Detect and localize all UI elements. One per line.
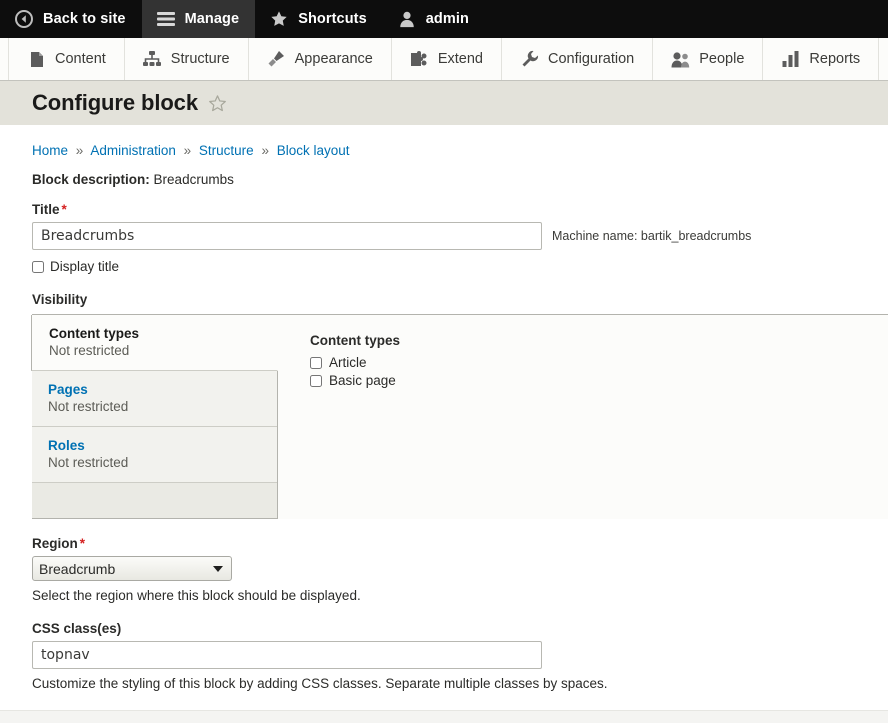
article-checkbox[interactable] (310, 356, 322, 369)
breadcrumb-link-administration[interactable]: Administration (90, 143, 176, 158)
vertical-tab-summary: Not restricted (48, 399, 129, 414)
vertical-tabs-filler (32, 483, 277, 519)
menu-item-appearance[interactable]: Appearance (249, 38, 392, 80)
breadcrumb-link-block-layout[interactable]: Block layout (277, 143, 350, 158)
vertical-tab-title: Pages (48, 382, 88, 397)
paintbrush-icon (267, 50, 286, 69)
display-title-row[interactable]: Display title (32, 259, 856, 274)
menu-item-help[interactable]: ? Help (879, 38, 888, 80)
user-icon (397, 9, 417, 29)
menu-item-label: Content (55, 51, 106, 67)
toolbar-item-admin-user[interactable]: admin (383, 0, 485, 38)
vertical-tab-title: Roles (48, 438, 85, 453)
vertical-tab-roles[interactable]: Roles Not restricted (32, 427, 277, 483)
menu-item-label: People (699, 51, 745, 67)
toolbar-item-label: Back to site (43, 11, 126, 27)
region-select-wrapper: Breadcrumb (32, 556, 232, 581)
visibility-vertical-tabs: Content types Not restricted Pages Not r… (31, 314, 888, 519)
display-title-checkbox[interactable] (32, 260, 44, 273)
title-label-text: Title (32, 202, 60, 217)
star-outline-icon[interactable] (208, 94, 227, 113)
content-type-option-article[interactable]: Article (310, 355, 888, 370)
vertical-tab-content-types[interactable]: Content types Not restricted (31, 315, 278, 371)
menu-item-label: Configuration (548, 51, 635, 67)
vertical-tab-summary: Not restricted (49, 343, 130, 358)
back-arrow-icon (14, 9, 34, 29)
title-field-row: Machine name: bartik_breadcrumbs (32, 222, 856, 250)
menu-item-configuration[interactable]: Configuration (502, 38, 654, 80)
main-content: Home » Administration » Structure » Bloc… (0, 125, 888, 723)
menu-item-label: Structure (170, 51, 230, 67)
required-marker: * (79, 536, 86, 551)
vertical-tab-pane-content-types: Content types Article Basic page (278, 315, 888, 519)
vertical-tabs-list: Content types Not restricted Pages Not r… (31, 315, 278, 519)
toolbar-item-shortcuts[interactable]: Shortcuts (255, 0, 383, 38)
machine-name-label: Machine name: bartik_breadcrumbs (552, 229, 752, 243)
breadcrumb-separator: » (261, 143, 269, 158)
block-description-value: Breadcrumbs (153, 172, 234, 187)
required-marker: * (61, 202, 67, 217)
star-icon (269, 9, 289, 29)
menu-item-structure[interactable]: Structure (125, 38, 249, 80)
people-icon (671, 50, 690, 69)
bar-chart-icon (781, 50, 800, 69)
css-class-help-text: Customize the styling of this block by a… (32, 676, 608, 691)
page-title-band: Configure block (0, 81, 888, 125)
vertical-tab-pages[interactable]: Pages Not restricted (32, 371, 277, 427)
region-select[interactable]: Breadcrumb (32, 556, 232, 581)
content-type-option-basic-page[interactable]: Basic page (310, 373, 888, 388)
toolbar-item-label: Shortcuts (298, 11, 367, 27)
title-field-label: Title * (32, 202, 856, 217)
vertical-tab-summary: Not restricted (48, 455, 129, 470)
block-description-label: Block description: (32, 172, 150, 187)
basic-page-checkbox[interactable] (310, 374, 322, 387)
footer-strip (0, 710, 888, 723)
css-class-field-label: CSS class(es) (32, 621, 122, 636)
toolbar-item-label: admin (425, 11, 469, 27)
title-input[interactable] (32, 222, 542, 250)
menu-item-reports[interactable]: Reports (763, 38, 880, 80)
breadcrumb-separator: » (183, 143, 192, 158)
region-help-text: Select the region where this block shoul… (32, 588, 361, 603)
menu-item-people[interactable]: People (653, 38, 764, 80)
page-title: Configure block (32, 90, 198, 115)
menu-item-extend[interactable]: Extend (392, 38, 502, 80)
admin-menu-bar: Content Structure Appearance Extend Conf… (0, 38, 888, 81)
hamburger-icon (156, 9, 176, 29)
admin-toolbar: Back to site Manage Shortcuts admin (0, 0, 888, 38)
toolbar-item-label: Manage (184, 11, 240, 27)
display-title-label: Display title (50, 259, 120, 274)
toolbar-item-manage[interactable]: Manage (141, 0, 256, 38)
css-class-input[interactable] (32, 641, 542, 669)
pane-title: Content types (310, 333, 401, 348)
menu-item-label: Extend (437, 51, 483, 67)
vertical-tab-title: Content types (49, 326, 140, 341)
breadcrumb-link-structure[interactable]: Structure (199, 143, 254, 158)
content-type-label: Basic page (329, 373, 396, 388)
content-type-label: Article (329, 355, 367, 370)
wrench-icon (520, 50, 539, 69)
breadcrumb-separator: » (75, 143, 84, 158)
visibility-heading: Visibility (32, 292, 88, 307)
puzzle-icon (410, 50, 429, 69)
breadcrumb: Home » Administration » Structure » Bloc… (32, 125, 856, 172)
menu-item-label: Reports (809, 51, 861, 67)
region-field-label: Region * (32, 536, 856, 551)
menu-item-content[interactable]: Content (8, 38, 125, 80)
toolbar-item-back-to-site[interactable]: Back to site (0, 0, 142, 38)
breadcrumb-link-home[interactable]: Home (32, 143, 68, 158)
region-label-text: Region (32, 536, 78, 551)
block-description: Block description: Breadcrumbs (32, 172, 856, 187)
sitemap-icon (143, 50, 162, 69)
document-icon (27, 50, 46, 69)
menu-item-label: Appearance (294, 51, 373, 67)
